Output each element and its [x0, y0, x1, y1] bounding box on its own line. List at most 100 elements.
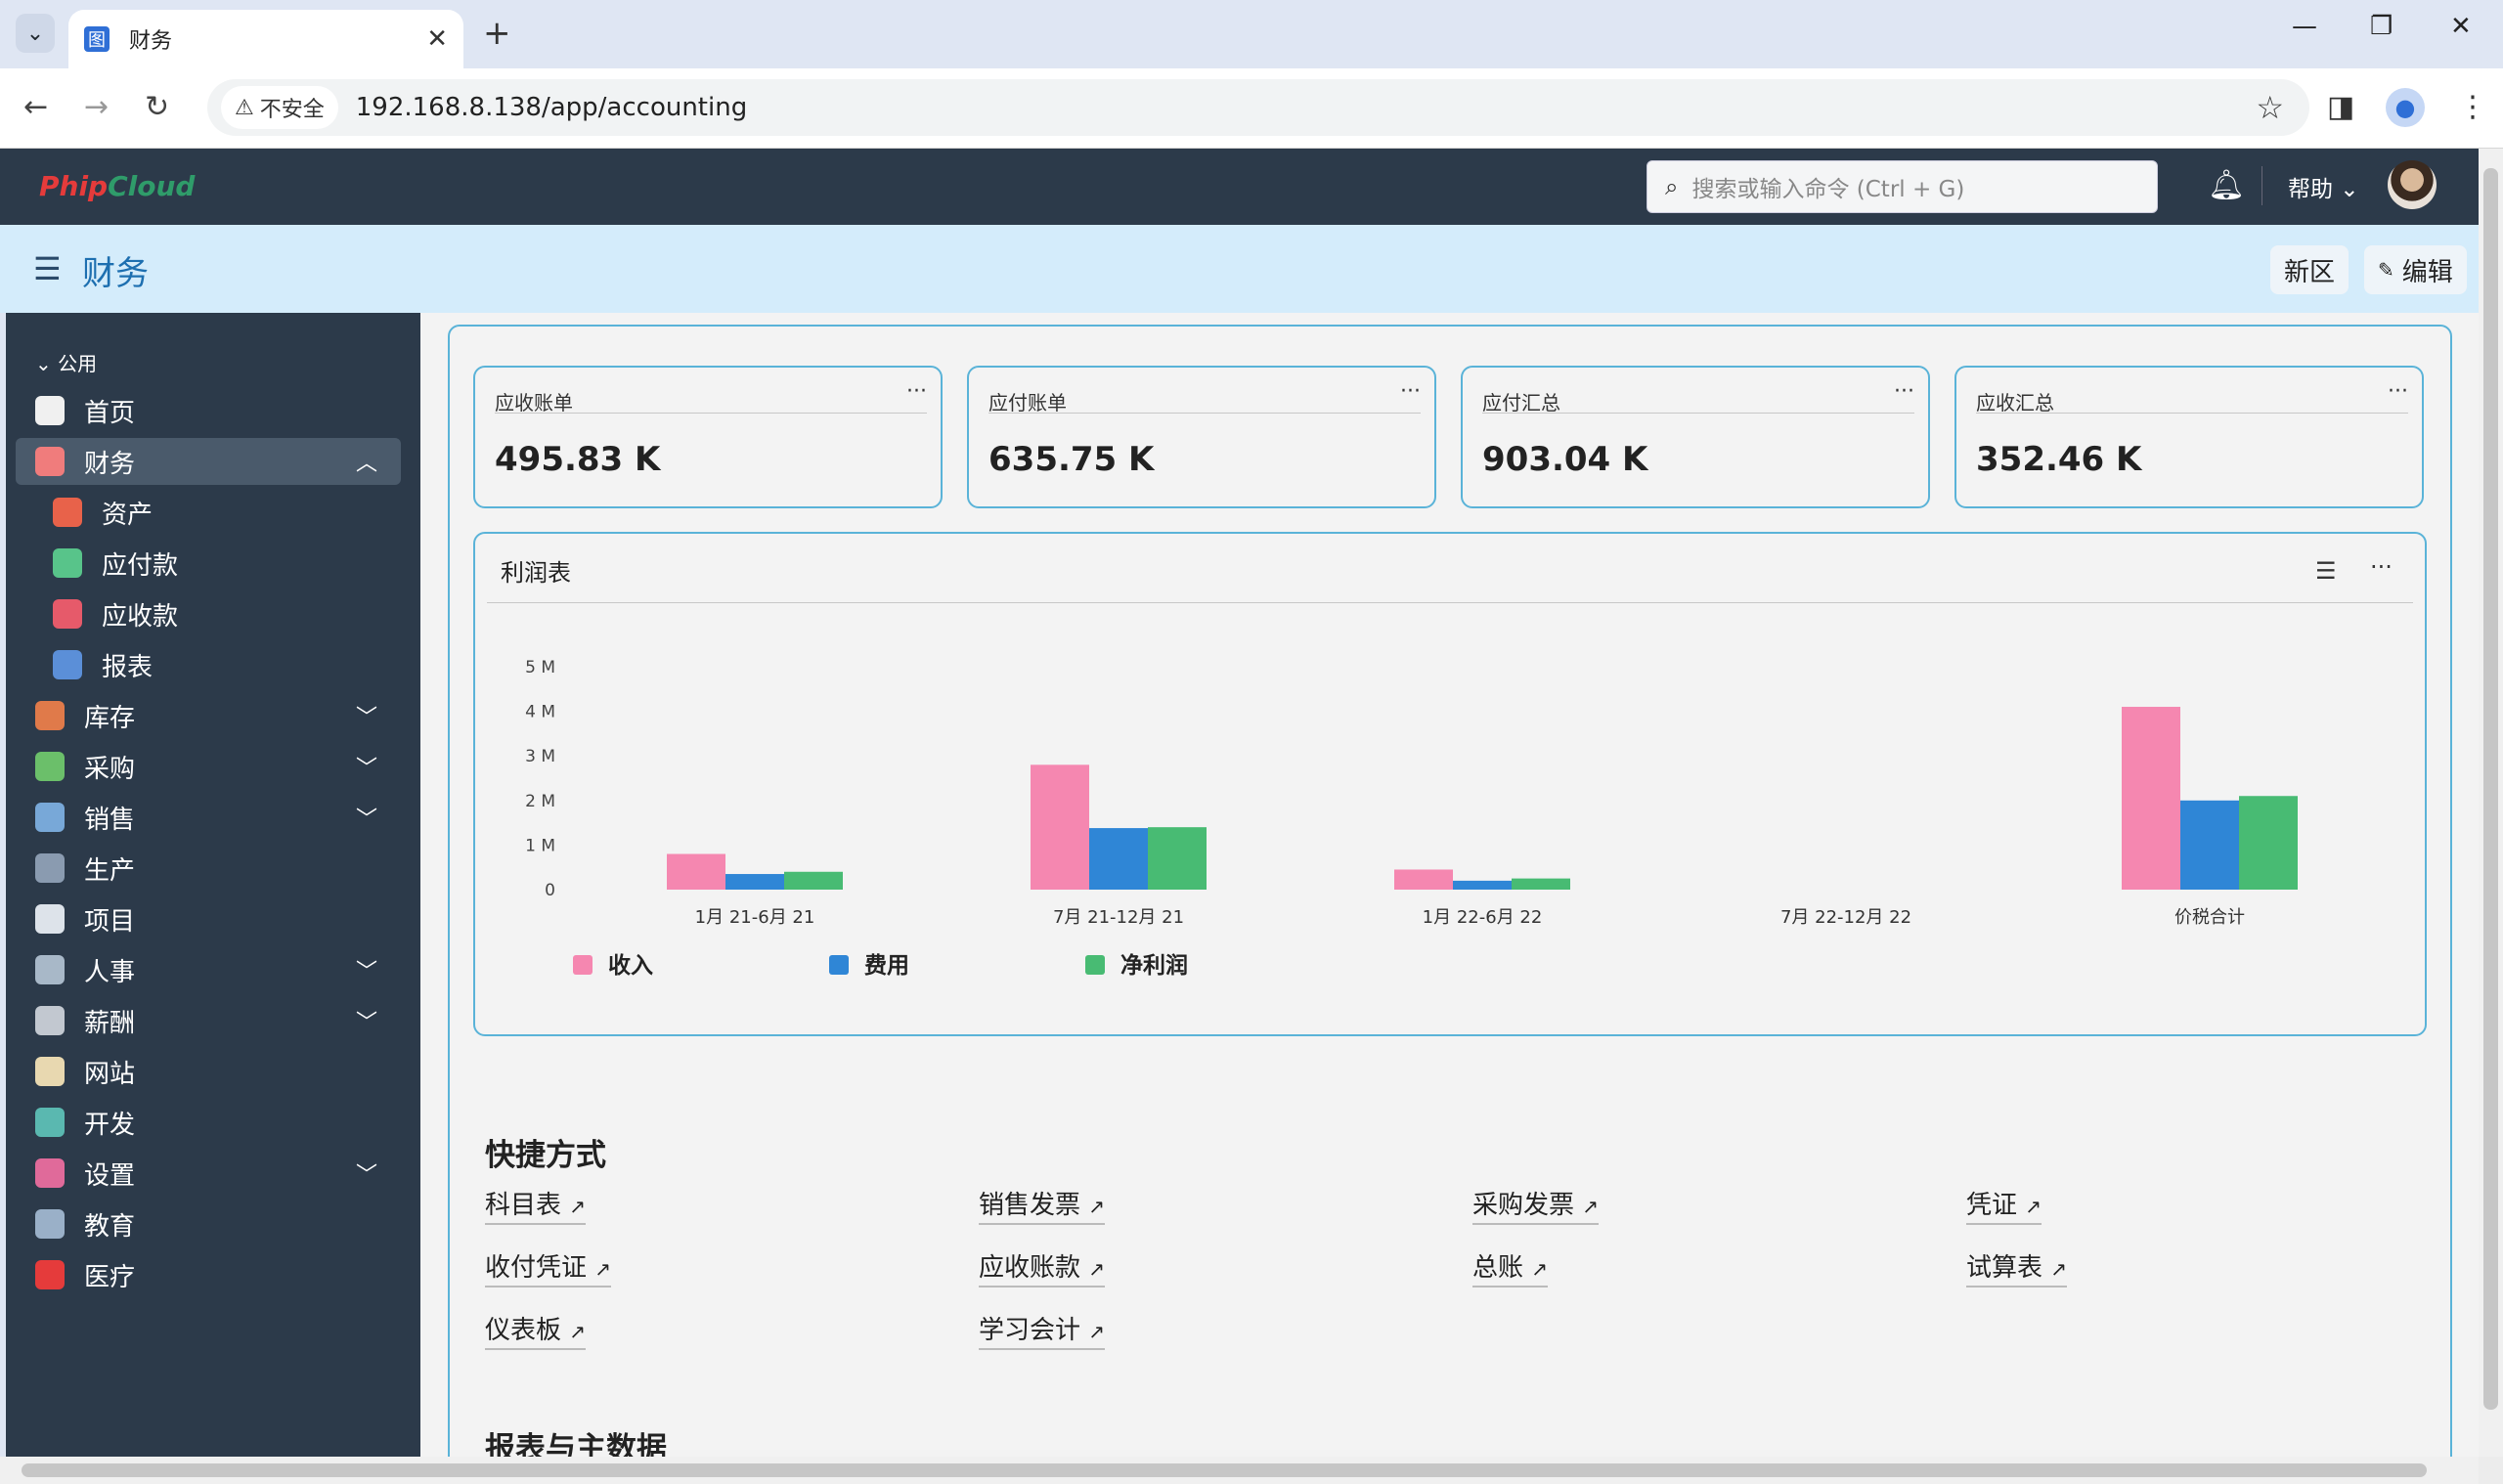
search-input[interactable]: ⌕ 搜索或输入命令 (Ctrl + G): [1647, 160, 2158, 213]
help-dropdown[interactable]: 帮助 ⌄: [2288, 170, 2359, 203]
sidebar-item-13[interactable]: 网站: [16, 1048, 401, 1095]
sidebar-item-6[interactable]: 库存 ﹀: [16, 692, 401, 739]
insecure-label: 不安全: [259, 98, 325, 122]
payroll-icon: [35, 1006, 65, 1035]
edit-button[interactable]: ✎ 编辑: [2364, 245, 2467, 294]
chevron-down-icon[interactable]: ﹀: [356, 751, 377, 782]
bar[interactable]: [1453, 880, 1512, 890]
shortcut-link[interactable]: 收付凭证 ↗: [485, 1247, 612, 1288]
kebab-menu-icon[interactable]: ⋮: [2458, 90, 2487, 124]
shortcut-link[interactable]: 总账 ↗: [1472, 1247, 1549, 1288]
bar[interactable]: [1394, 869, 1453, 890]
chevron-down-icon[interactable]: ﹀: [356, 954, 377, 985]
vertical-scrollbar[interactable]: [2479, 149, 2503, 1457]
minimize-icon[interactable]: —: [2292, 12, 2317, 41]
chevron-down-icon[interactable]: ﹀: [356, 1157, 377, 1189]
number-card[interactable]: 应收账单 ··· 495.83 K: [473, 366, 943, 508]
back-arrow-icon[interactable]: ←: [23, 90, 48, 124]
more-icon[interactable]: ···: [906, 379, 927, 404]
security-chip[interactable]: ⚠ 不安全: [221, 86, 338, 129]
shortcut-link[interactable]: 仪表板 ↗: [485, 1310, 587, 1350]
sidebar-item-12[interactable]: 薪酬 ﹀: [16, 997, 401, 1044]
chevron-down-icon[interactable]: ﹀: [356, 700, 377, 731]
number-card[interactable]: 应收汇总 ··· 352.46 K: [1954, 366, 2424, 508]
number-card[interactable]: 应付汇总 ··· 903.04 K: [1461, 366, 1930, 508]
new-tab-button[interactable]: +: [483, 14, 511, 53]
legend-label[interactable]: 净利润: [1120, 952, 1188, 979]
sidebar-item-14[interactable]: 开发: [16, 1099, 401, 1146]
window-close-icon[interactable]: ✕: [2450, 12, 2472, 41]
forward-arrow-icon[interactable]: →: [84, 90, 109, 124]
bar[interactable]: [1512, 878, 1570, 890]
sidebar-item-9[interactable]: 生产: [16, 845, 401, 892]
legend-swatch[interactable]: [829, 955, 849, 975]
omnibox[interactable]: ⚠ 不安全 192.168.8.138/app/accounting ☆: [207, 79, 2309, 136]
legend-swatch[interactable]: [1085, 955, 1105, 975]
shortcut-link[interactable]: 采购发票 ↗: [1472, 1185, 1600, 1225]
close-icon[interactable]: ✕: [426, 24, 448, 54]
sidebar-section-public[interactable]: ⌄ 公用: [35, 348, 97, 376]
external-arrow-icon: ↗: [1088, 1320, 1106, 1343]
legend-label[interactable]: 收入: [608, 952, 653, 979]
reload-icon[interactable]: ↻: [145, 90, 169, 124]
bookmark-star-icon[interactable]: ☆: [2256, 89, 2284, 126]
more-icon[interactable]: ···: [2388, 379, 2408, 404]
sidebar-item-10[interactable]: 项目: [16, 895, 401, 942]
legend-label[interactable]: 费用: [864, 953, 909, 979]
sidebar-item-5[interactable]: 报表: [16, 641, 401, 688]
bar[interactable]: [784, 871, 843, 890]
external-arrow-icon: ↗: [569, 1320, 587, 1343]
side-panel-icon[interactable]: ◨: [2327, 90, 2354, 124]
sidebar-item-7[interactable]: 采购 ﹀: [16, 743, 401, 790]
card-value: 495.83 K: [495, 440, 661, 479]
shortcut-link[interactable]: 销售发票 ↗: [979, 1185, 1106, 1225]
bar[interactable]: [1089, 828, 1148, 890]
number-card[interactable]: 应付账单 ··· 635.75 K: [967, 366, 1436, 508]
bar[interactable]: [2239, 796, 2298, 890]
app-logo[interactable]: PhipCloud: [39, 170, 195, 202]
sidebar-item-2[interactable]: 资产: [16, 489, 401, 536]
house-icon: [53, 498, 82, 527]
bar[interactable]: [725, 874, 784, 890]
external-arrow-icon: ↗: [2025, 1195, 2042, 1218]
user-avatar[interactable]: [2388, 160, 2437, 209]
sidebar-item-11[interactable]: 人事 ﹀: [16, 946, 401, 993]
sidebar-item-17[interactable]: 医疗: [16, 1251, 401, 1298]
tab-search-button[interactable]: ⌄: [16, 14, 55, 53]
sidebar-item-3[interactable]: 应付款: [16, 540, 401, 587]
search-placeholder: 搜索或输入命令 (Ctrl + G): [1691, 177, 1965, 202]
new-workspace-button[interactable]: 新区: [2270, 245, 2349, 294]
more-icon[interactable]: ···: [1400, 379, 1421, 404]
hamburger-menu-icon[interactable]: ☰: [33, 250, 62, 287]
sidebar-item-16[interactable]: 教育: [16, 1200, 401, 1247]
card-divider: [495, 413, 927, 414]
bar[interactable]: [2122, 707, 2180, 890]
bar[interactable]: [667, 853, 725, 890]
legend-swatch[interactable]: [573, 955, 593, 975]
bar[interactable]: [1148, 827, 1207, 890]
browser-tab[interactable]: 图 财务 ✕: [68, 10, 463, 68]
shortcut-link[interactable]: 应收账款 ↗: [979, 1247, 1106, 1288]
sidebar-item-1[interactable]: 财务 ︿: [16, 438, 401, 485]
horizontal-scrollbar[interactable]: [0, 1457, 2479, 1484]
restore-icon[interactable]: ❐: [2370, 12, 2393, 41]
chevron-down-icon[interactable]: ﹀: [356, 802, 377, 833]
shortcut-link[interactable]: 学习会计 ↗: [979, 1310, 1106, 1350]
header-divider: [2261, 166, 2262, 205]
sidebar-item-0[interactable]: 首页: [16, 387, 401, 434]
notification-bell-icon[interactable]: 🔔︎: [2208, 168, 2245, 202]
sidebar-item-label: 采购: [84, 754, 136, 784]
sidebar-item-4[interactable]: 应收款: [16, 590, 401, 637]
sidebar-item-15[interactable]: 设置 ﹀: [16, 1150, 401, 1197]
shortcut-link[interactable]: 凭证 ↗: [1966, 1185, 2042, 1225]
profile-icon[interactable]: ●: [2386, 88, 2425, 127]
url-text[interactable]: 192.168.8.138/app/accounting: [356, 93, 747, 122]
sidebar-item-8[interactable]: 销售 ﹀: [16, 794, 401, 841]
more-icon[interactable]: ···: [1894, 379, 1914, 404]
bar[interactable]: [2180, 800, 2239, 890]
bar[interactable]: [1031, 764, 1089, 890]
chevron-up-icon[interactable]: ︿: [356, 446, 377, 477]
chevron-down-icon[interactable]: ﹀: [356, 1005, 377, 1036]
shortcut-link[interactable]: 科目表 ↗: [485, 1185, 587, 1225]
shortcut-link[interactable]: 试算表 ↗: [1966, 1247, 2068, 1288]
